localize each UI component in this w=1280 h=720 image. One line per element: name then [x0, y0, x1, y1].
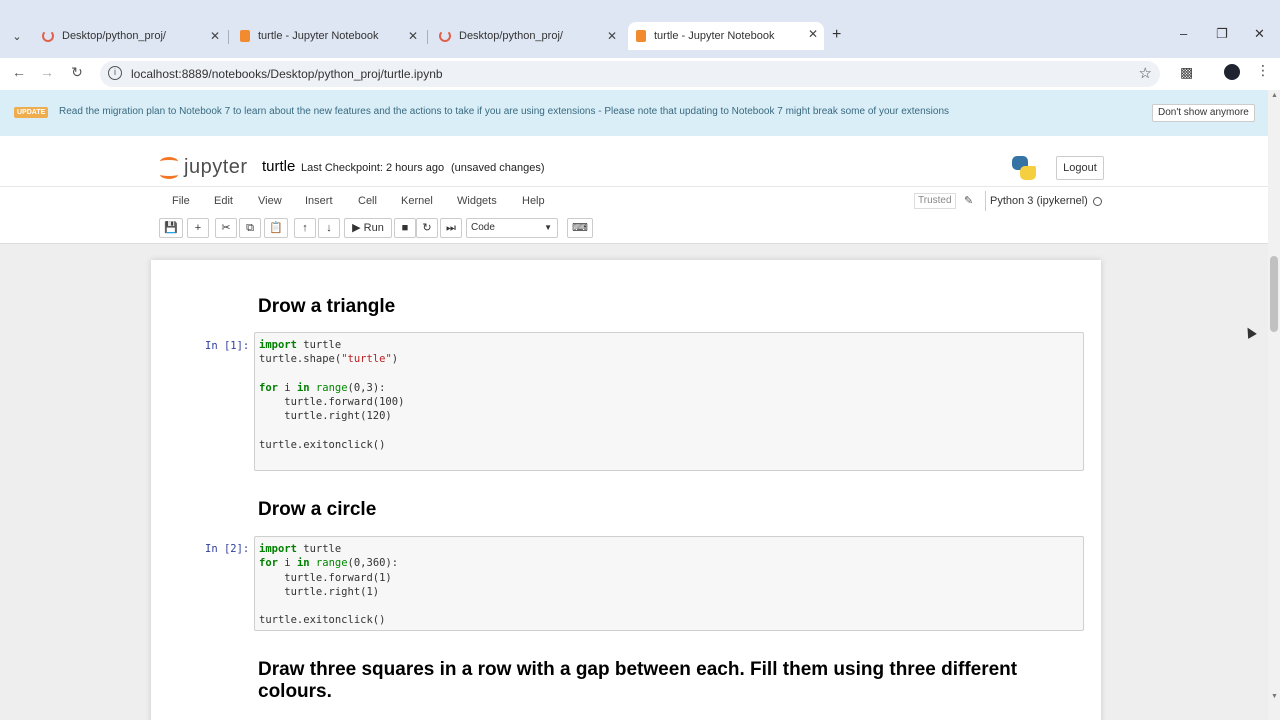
minimize-icon[interactable]: –	[1180, 26, 1187, 41]
notebook-icon	[636, 30, 646, 42]
heading-three-squares: Draw three squares in a row with a gap b…	[258, 659, 1018, 702]
cut-icon[interactable]: ✂	[215, 218, 237, 238]
notebook-container: Drow a triangle In [1]: import turtle tu…	[151, 260, 1101, 720]
restart-icon[interactable]: ↻	[416, 218, 438, 238]
cell-type-select[interactable]: Code ▼	[466, 218, 558, 238]
menu-file[interactable]: File	[172, 195, 190, 207]
site-info-icon[interactable]: i	[108, 66, 122, 80]
tab-title: turtle - Jupyter Notebook	[654, 30, 775, 42]
code-content[interactable]: import turtle for i in range(0,360): tur…	[255, 537, 1083, 633]
address-bar[interactable]: i localhost:8889/notebooks/Desktop/pytho…	[100, 61, 1160, 87]
code-cell-1[interactable]: import turtle turtle.shape("turtle") for…	[254, 332, 1084, 471]
update-message: Read the migration plan to Notebook 7 to…	[59, 106, 949, 117]
notebook-toolbar: 💾 + ✂ ⧉ 📋 ↑ ↓ ▶ Run ■ ↻ ⏭ Code ▼ ⌨	[0, 218, 1268, 240]
cell-prompt: In [2]:	[205, 543, 250, 555]
code-content[interactable]: import turtle turtle.shape("turtle") for…	[255, 333, 1083, 457]
dont-show-anymore-button[interactable]: Don't show anymore	[1152, 104, 1255, 122]
restore-icon[interactable]: ❐	[1216, 26, 1228, 42]
browser-tab-2[interactable]: turtle - Jupyter Notebook ✕	[232, 24, 424, 48]
run-button[interactable]: ▶ Run	[344, 218, 392, 238]
kernel-status-icon	[1093, 197, 1102, 206]
stop-icon[interactable]: ■	[394, 218, 416, 238]
close-tab-icon[interactable]: ✕	[210, 29, 220, 43]
heading-triangle: Drow a triangle	[258, 296, 396, 317]
menu-help[interactable]: Help	[522, 195, 545, 207]
menu-kernel[interactable]: Kernel	[401, 195, 433, 207]
jupyter-header: jupyter turtle Last Checkpoint: 2 hours …	[0, 136, 1268, 244]
move-up-icon[interactable]: ↑	[294, 218, 316, 238]
browser-tab-3[interactable]: Desktop/python_proj/ ✕	[431, 24, 623, 48]
python-logo-icon	[1012, 156, 1036, 180]
url-text[interactable]: localhost:8889/notebooks/Desktop/python_…	[131, 67, 443, 81]
notebook-icon	[240, 30, 250, 42]
run-label: Run	[363, 222, 384, 234]
logout-button[interactable]: Logout	[1056, 156, 1104, 180]
jupyter-logo[interactable]: jupyter	[160, 156, 248, 179]
browser-tab-1[interactable]: Desktop/python_proj/ ✕	[34, 24, 226, 48]
tab-title: turtle - Jupyter Notebook	[258, 30, 379, 42]
spinner-icon	[439, 30, 451, 42]
jupyter-wordmark: jupyter	[184, 156, 248, 178]
menu-bar: File Edit View Insert Cell Kernel Widget…	[0, 186, 1268, 214]
tab-title: Desktop/python_proj/	[62, 30, 166, 42]
close-window-icon[interactable]: ✕	[1254, 26, 1265, 42]
new-tab-icon[interactable]: +	[832, 26, 841, 44]
edit-pencil-icon[interactable]: ✎	[964, 194, 973, 207]
extensions-icon[interactable]: ▩	[1180, 64, 1193, 81]
close-tab-icon[interactable]: ✕	[808, 27, 818, 41]
menu-edit[interactable]: Edit	[214, 195, 233, 207]
menu-cell[interactable]: Cell	[358, 195, 377, 207]
notebook-area: Drow a triangle In [1]: import turtle tu…	[0, 244, 1268, 720]
heading-circle: Drow a circle	[258, 499, 377, 520]
tab-search-icon[interactable]: ⌄	[8, 28, 26, 46]
cell-prompt: In [1]:	[205, 340, 250, 352]
menu-view[interactable]: View	[258, 195, 282, 207]
cell-type-value: Code	[471, 222, 495, 233]
address-bar-row: ← → ↻ i localhost:8889/notebooks/Desktop…	[0, 58, 1280, 90]
paste-icon[interactable]: 📋	[264, 218, 288, 238]
menu-widgets[interactable]: Widgets	[457, 195, 497, 207]
scroll-up-icon[interactable]: ▲	[1271, 92, 1278, 99]
menu-insert[interactable]: Insert	[305, 195, 333, 207]
code-cell-2[interactable]: import turtle for i in range(0,360): tur…	[254, 536, 1084, 631]
close-tab-icon[interactable]: ✕	[408, 29, 418, 43]
tab-separator	[427, 30, 428, 44]
move-down-icon[interactable]: ↓	[318, 218, 340, 238]
forward-icon[interactable]: →	[38, 64, 56, 80]
kernel-name: Python 3 (ipykernel)	[985, 191, 1092, 211]
jupyter-logo-icon	[160, 156, 178, 179]
copy-icon[interactable]: ⧉	[239, 218, 261, 238]
restart-run-all-icon[interactable]: ⏭	[440, 218, 462, 238]
browser-tab-4-active[interactable]: turtle - Jupyter Notebook ✕	[628, 22, 824, 50]
page-scrollbar[interactable]: ▲ ▼	[1268, 90, 1280, 720]
chevron-down-icon: ▼	[544, 223, 552, 232]
unsaved-changes: (unsaved changes)	[451, 162, 545, 174]
tab-title: Desktop/python_proj/	[459, 30, 563, 42]
browser-menu-icon[interactable]: ⋮	[1256, 62, 1270, 79]
bookmark-star-icon[interactable]: ☆	[1139, 64, 1152, 82]
last-checkpoint: Last Checkpoint: 2 hours ago	[301, 162, 445, 174]
keyboard-icon[interactable]: ⌨	[567, 218, 593, 238]
tab-separator	[228, 30, 229, 44]
update-banner: UPDATE Read the migration plan to Notebo…	[0, 90, 1268, 136]
trusted-indicator[interactable]: Trusted	[914, 193, 956, 209]
save-icon[interactable]: 💾	[159, 218, 183, 238]
update-tag: UPDATE	[14, 107, 49, 118]
reload-icon[interactable]: ↻	[68, 64, 86, 81]
spinner-icon	[42, 30, 54, 42]
notebook-name[interactable]: turtle	[262, 158, 295, 175]
back-icon[interactable]: ←	[10, 64, 28, 80]
scroll-down-icon[interactable]: ▼	[1271, 693, 1278, 700]
close-tab-icon[interactable]: ✕	[607, 29, 617, 43]
profile-avatar[interactable]	[1224, 64, 1240, 80]
insert-cell-icon[interactable]: +	[187, 218, 209, 238]
scrollbar-thumb[interactable]	[1270, 256, 1278, 332]
